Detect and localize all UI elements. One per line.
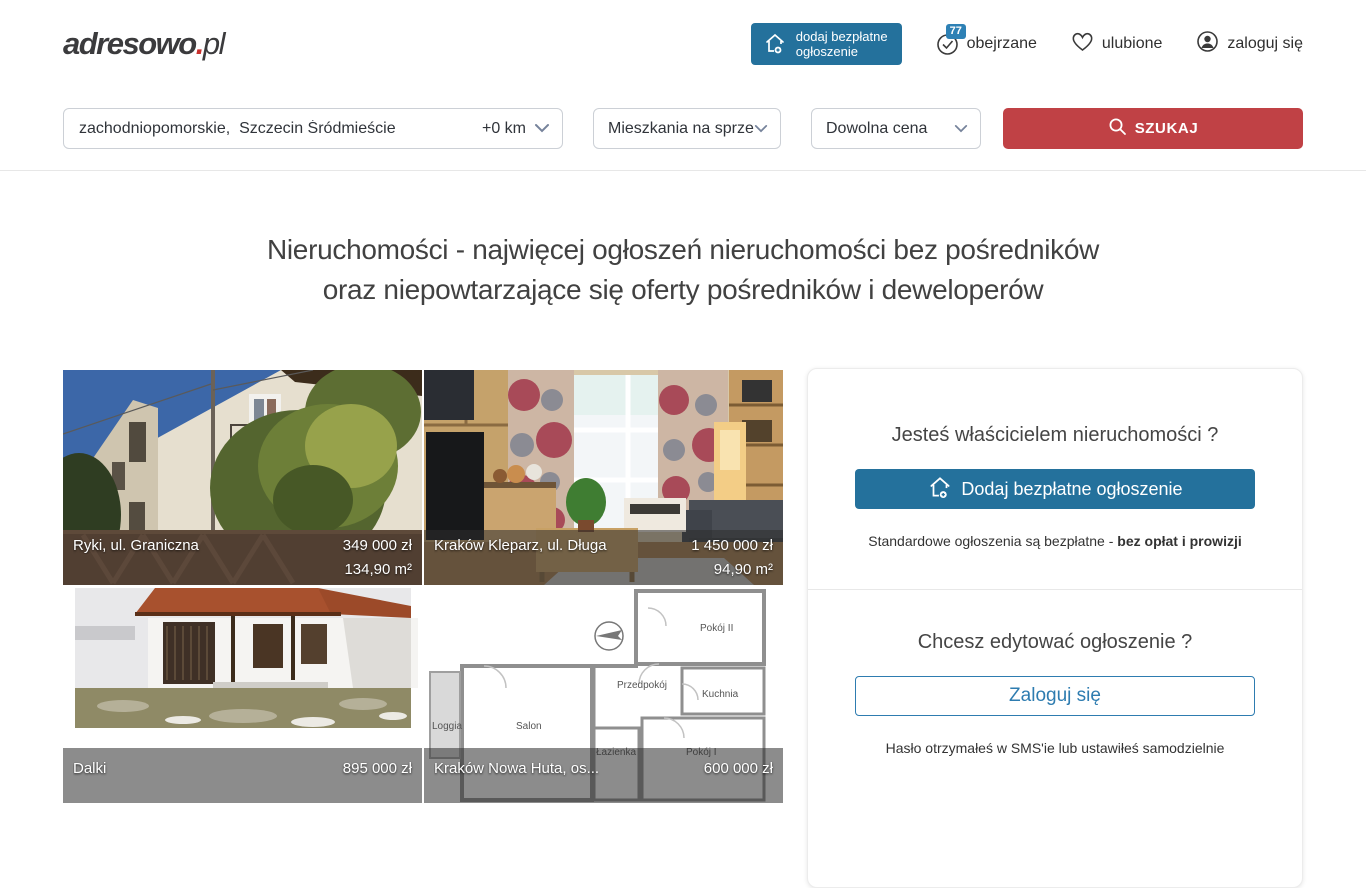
- floorplan-room-label: Salon: [516, 721, 542, 732]
- listing-area: 94,90 m²: [691, 561, 773, 578]
- category-select[interactable]: Mieszkania na sprzeda: [593, 108, 781, 149]
- listing-card[interactable]: Dalki 895 000 zł: [63, 588, 422, 803]
- owner-panel-title: Jesteś właścicielem nieruchomości ?: [808, 424, 1302, 447]
- logo-tld: pl: [203, 26, 224, 61]
- logo-dot: .: [196, 26, 203, 61]
- listing-name: Ryki, ul. Graniczna: [73, 537, 343, 554]
- house-add-icon: [763, 31, 787, 58]
- chevron-down-icon: [954, 120, 968, 138]
- nav-favorites-label: ulubione: [1102, 35, 1163, 53]
- owner-panel: Jesteś właścicielem nieruchomości ? Doda…: [807, 368, 1303, 888]
- listing-caption: Kraków Kleparz, ul. Długa 1 450 000 zł 9…: [424, 530, 783, 585]
- viewed-count-badge: 77: [946, 24, 966, 39]
- nav-viewed[interactable]: 77 obejrzane: [936, 33, 1037, 56]
- login-button[interactable]: Zaloguj się: [855, 676, 1255, 716]
- page-title-line2: oraz niepowtarzające się oferty pośredni…: [0, 270, 1366, 310]
- house-add-icon: [927, 474, 953, 505]
- page-title-line1: Nieruchomości - najwięcej ogłoszeń nieru…: [0, 230, 1366, 270]
- nav-viewed-label: obejrzane: [967, 35, 1037, 53]
- floorplan-room-label: Kuchnia: [702, 689, 739, 700]
- add-listing-button[interactable]: dodaj bezpłatne ogłoszenie: [751, 23, 902, 65]
- search-submit-button[interactable]: SZUKAJ: [1003, 108, 1303, 149]
- floorplan-room-label: Przedpokój: [617, 680, 667, 691]
- user-icon: [1196, 30, 1219, 58]
- listing-price: 895 000 zł: [343, 760, 412, 777]
- chevron-down-icon: [534, 120, 550, 138]
- price-value: Dowolna cena: [812, 120, 954, 138]
- viewed-check-icon: 77: [936, 33, 959, 56]
- nav-login-label: zaloguj się: [1227, 35, 1303, 53]
- listing-area: 134,90 m²: [343, 561, 412, 578]
- header: adresowo.pl dodaj bezpłatne ogłoszenie 7…: [0, 0, 1366, 88]
- nav-login[interactable]: zaloguj się: [1196, 30, 1303, 58]
- floorplan-room-label: Loggia: [432, 721, 462, 732]
- floorplan-room-label: Pokój II: [700, 623, 733, 634]
- listing-caption: Kraków Nowa Huta, os... 600 000 zł: [424, 748, 783, 803]
- logo-name: adresowo: [63, 26, 196, 61]
- listing-card[interactable]: Pokój II Przedpokój Kuchnia Salon Loggia…: [424, 588, 783, 803]
- listing-caption: Ryki, ul. Graniczna 349 000 zł 134,90 m²: [63, 530, 422, 585]
- heart-icon: [1071, 31, 1094, 57]
- add-listing-label: dodaj bezpłatne ogłoszenie: [796, 29, 888, 59]
- listing-card[interactable]: Kraków Kleparz, ul. Długa 1 450 000 zł 9…: [424, 370, 783, 585]
- location-search-box[interactable]: +0 km: [63, 108, 563, 149]
- search-bar: +0 km Mieszkania na sprzeda Dowolna cena…: [0, 88, 1366, 171]
- add-free-listing-button[interactable]: Dodaj bezpłatne ogłoszenie: [855, 469, 1255, 509]
- card-divider: [808, 589, 1302, 590]
- page-title: Nieruchomości - najwięcej ogłoszeń nieru…: [0, 230, 1366, 310]
- free-listing-note: Standardowe ogłoszenia są bezpłatne - be…: [808, 533, 1302, 549]
- password-note: Hasło otrzymałeś w SMS'ie lub ustawiłeś …: [808, 740, 1302, 756]
- add-free-listing-label: Dodaj bezpłatne ogłoszenie: [961, 479, 1182, 500]
- listing-price: 349 000 zł: [343, 537, 412, 554]
- radius-value[interactable]: +0 km: [482, 120, 526, 138]
- nav-favorites[interactable]: ulubione: [1071, 31, 1163, 57]
- listing-name: Dalki: [73, 760, 343, 777]
- site-logo[interactable]: adresowo.pl: [63, 26, 224, 62]
- listing-price: 1 450 000 zł: [691, 537, 773, 554]
- listing-caption: Dalki 895 000 zł: [63, 748, 422, 803]
- search-submit-label: SZUKAJ: [1135, 120, 1199, 137]
- header-nav: dodaj bezpłatne ogłoszenie 77 obejrzane …: [751, 0, 1303, 88]
- free-listing-note-bold: bez opłat i prowizji: [1117, 533, 1241, 549]
- category-value: Mieszkania na sprzeda: [594, 120, 754, 138]
- chevron-down-icon: [754, 120, 768, 138]
- login-button-label: Zaloguj się: [1009, 685, 1101, 707]
- listing-price: 600 000 zł: [704, 760, 773, 777]
- price-select[interactable]: Dowolna cena: [811, 108, 981, 149]
- location-input[interactable]: [64, 120, 482, 138]
- edit-listing-title: Chcesz edytować ogłoszenie ?: [808, 631, 1302, 654]
- listing-name: Kraków Kleparz, ul. Długa: [434, 537, 691, 554]
- search-icon: [1108, 117, 1127, 140]
- listing-card[interactable]: Ryki, ul. Graniczna 349 000 zł 134,90 m²: [63, 370, 422, 585]
- listing-name: Kraków Nowa Huta, os...: [434, 760, 704, 777]
